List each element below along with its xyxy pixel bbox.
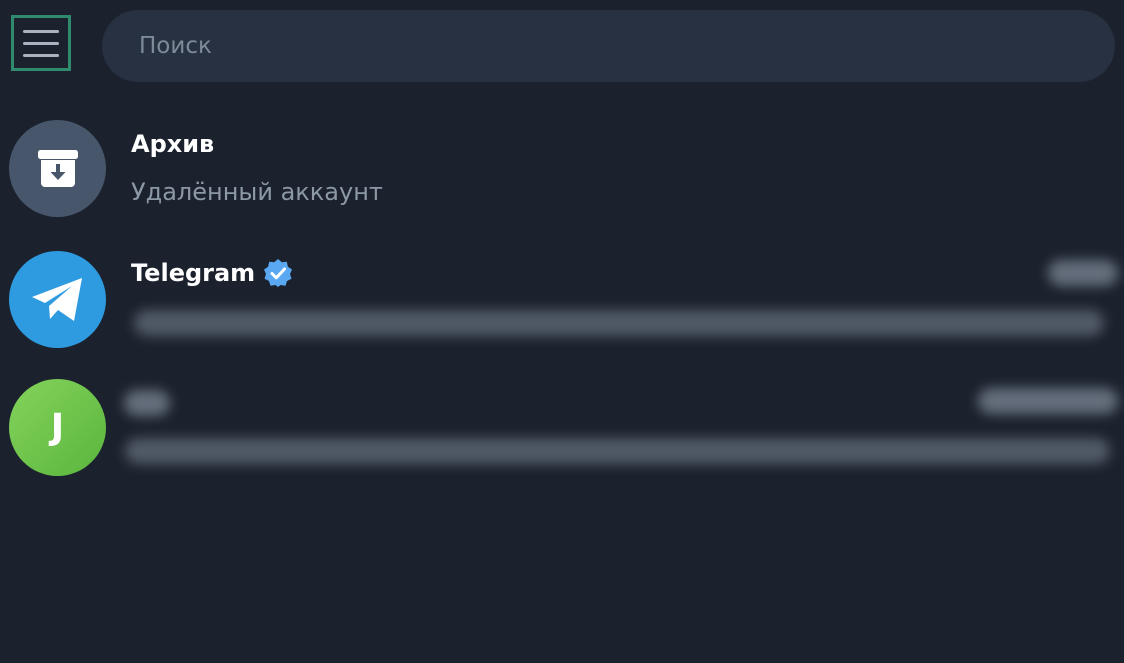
chat-item-archive[interactable]: Архив Удалённый аккаунт [0,106,1124,234]
redacted-message-preview [125,438,1110,464]
redacted-timestamp [978,388,1118,414]
redacted-chat-name [124,390,170,416]
telegram-avatar [9,251,106,348]
telegram-paper-plane-icon [31,277,82,321]
avatar-letter: J [50,407,65,448]
top-bar [0,0,1124,92]
search-input[interactable] [137,32,1115,60]
search-bar[interactable] [102,10,1115,82]
redacted-timestamp [1048,260,1118,286]
chat-name-row: Telegram [131,258,293,288]
redacted-message-preview [134,310,1104,336]
hamburger-icon [23,29,59,33]
chat-preview: Удалённый аккаунт [131,178,383,206]
chat-name: Архив [131,130,215,158]
archive-box-icon [37,149,78,187]
contact-avatar: J [9,379,106,476]
verified-badge-icon [264,259,293,287]
chat-item-contact[interactable]: J [0,362,1124,490]
chat-item-telegram[interactable]: Telegram [0,234,1124,362]
menu-button[interactable] [11,15,71,71]
archive-avatar [9,120,106,217]
chat-name: Telegram [131,259,256,287]
